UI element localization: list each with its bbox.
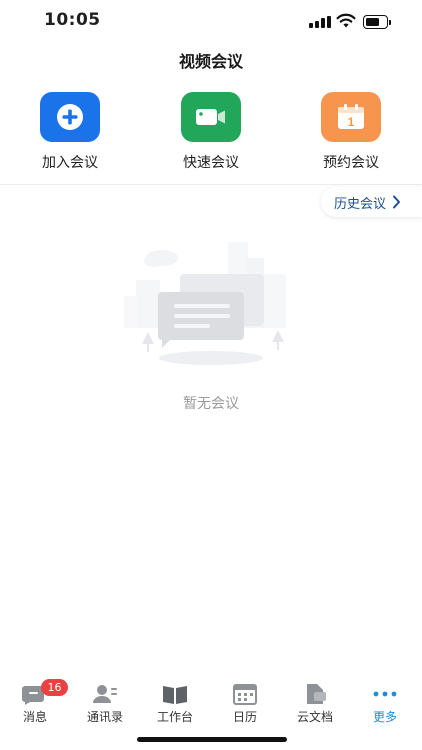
tab-messages[interactable]: 16 消息 (0, 676, 70, 725)
status-bar: 10:05 (0, 0, 422, 44)
tab-label-workbench: 工作台 (156, 710, 193, 724)
empty-chat-illustration (124, 242, 286, 365)
status-time: 10:05 (44, 10, 101, 30)
page-title: 视频会议 (178, 52, 243, 71)
tab-label-contacts: 通讯录 (86, 710, 123, 724)
tab-contacts[interactable]: 通讯录 (70, 676, 140, 725)
cloud-doc-icon (300, 682, 330, 706)
history-meetings-label: 历史会议 (334, 196, 387, 212)
tab-workbench[interactable]: 工作台 (140, 676, 210, 725)
home-indicator (137, 737, 287, 742)
battery-icon (363, 15, 391, 29)
empty-state-text: 暂无会议 (183, 396, 239, 412)
cellular-signal-icon (309, 16, 331, 28)
tab-label-more: 更多 (372, 710, 397, 724)
quick-meeting-tile (181, 92, 241, 142)
unread-badge: 16 (41, 679, 68, 696)
schedule-meeting-button[interactable]: 1 预约会议 (306, 92, 396, 172)
tab-calendar[interactable]: 日历 (210, 676, 280, 725)
chevron-right-icon (393, 195, 401, 209)
video-camera-icon (196, 109, 225, 125)
contacts-icon (90, 682, 120, 706)
calendar-tab-icon (230, 682, 260, 706)
join-meeting-button[interactable]: 加入会议 (25, 92, 115, 172)
tab-cloud-docs[interactable]: 云文档 (280, 676, 350, 725)
workbench-book-icon (160, 682, 190, 706)
section-divider (0, 184, 422, 185)
schedule-meeting-label: 预约会议 (323, 155, 379, 171)
join-meeting-label: 加入会议 (42, 155, 98, 171)
join-meeting-tile (40, 92, 100, 142)
bottom-tab-bar: 16 消息 通讯录 工作台 日历 云文档 更多 (0, 676, 422, 726)
quick-meeting-label: 快速会议 (183, 155, 239, 171)
svg-text:1: 1 (348, 115, 355, 129)
tab-label-cloud-docs: 云文档 (296, 710, 333, 724)
plus-circle-icon (57, 104, 83, 130)
wifi-icon (336, 13, 356, 28)
schedule-meeting-tile: 1 (321, 92, 381, 142)
tab-label-messages: 消息 (22, 710, 47, 724)
tab-label-calendar: 日历 (232, 710, 257, 724)
more-dots-icon (370, 682, 400, 706)
quick-meeting-button[interactable]: 快速会议 (166, 92, 256, 172)
calendar-icon: 1 (338, 104, 364, 129)
tab-more[interactable]: 更多 (350, 676, 420, 725)
history-meetings-button[interactable]: 历史会议 (321, 187, 422, 217)
